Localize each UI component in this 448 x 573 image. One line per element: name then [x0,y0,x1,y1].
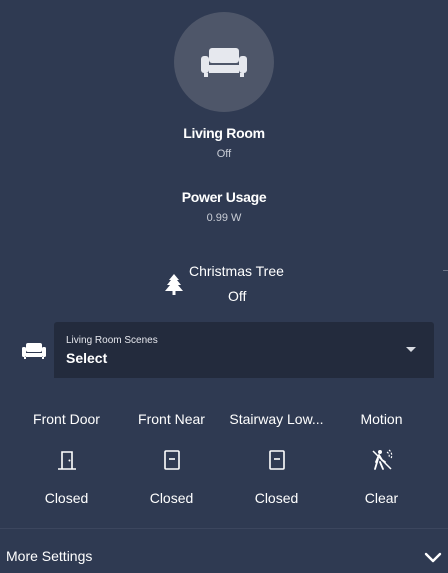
sensor-motion[interactable]: Motion Clear [329,410,434,510]
room-toggle-button[interactable] [174,12,274,112]
chevron-down-icon [424,552,442,563]
sofa-icon [22,343,46,359]
power-usage-value: 0.99 W [206,212,242,224]
room-card: Living Room Off Power Usage 0.99 W Chris… [0,0,448,573]
motion-sensor-off-icon [371,449,392,470]
sensor-name: Front Near [138,411,205,427]
sensor-name: Stairway Low... [229,411,324,427]
scroll-edge-indicator [443,270,448,271]
pine-tree-icon[interactable] [164,273,184,295]
power-usage-title: Power Usage [181,189,267,205]
scenes-select-label: Living Room Scenes [66,335,158,346]
sensor-state: Closed [149,490,194,506]
window-closed-icon [268,450,285,470]
sofa-icon [201,48,247,77]
room-state: Off [216,148,232,160]
scenes-select[interactable]: Living Room Scenes Select [54,322,434,378]
room-name: Living Room [183,125,265,141]
sensor-front-door[interactable]: Front Door Closed [14,410,119,510]
sensor-stairway-low[interactable]: Stairway Low... Closed [224,410,329,510]
sensor-front-near[interactable]: Front Near Closed [119,410,224,510]
more-settings-toggle[interactable]: More Settings [0,529,448,573]
sensor-state: Closed [44,490,89,506]
sensor-state: Closed [254,490,299,506]
christmas-tree-state: Off [228,288,247,304]
scenes-select-value: Select [66,350,108,366]
more-settings-label: More Settings [6,548,93,564]
dropdown-arrow-icon [406,347,416,352]
sensor-name: Motion [360,411,403,427]
window-closed-icon [163,450,180,470]
sensor-state: Clear [364,490,399,506]
door-closed-icon [57,451,76,470]
christmas-tree-name[interactable]: Christmas Tree [189,263,284,279]
sensor-name: Front Door [33,411,100,427]
